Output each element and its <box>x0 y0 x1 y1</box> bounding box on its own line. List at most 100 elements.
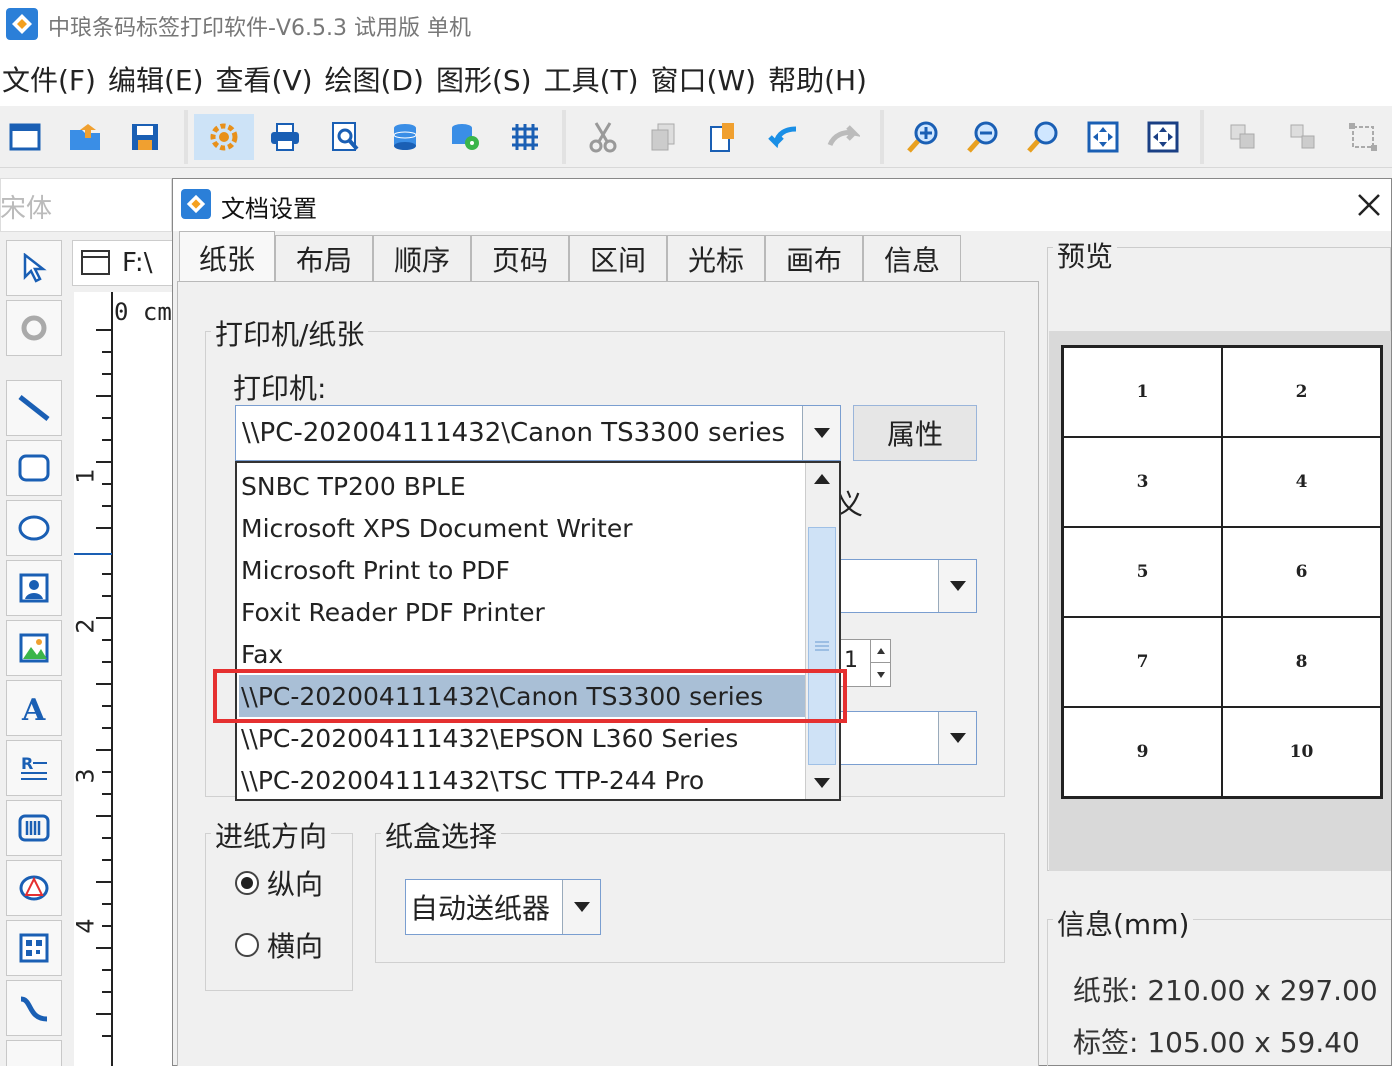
menu-tools[interactable]: 工具(T) <box>544 52 651 106</box>
ungroup-icon[interactable] <box>1280 114 1326 160</box>
tray-combo-value: 自动送纸器 <box>410 892 551 925</box>
tab-cursor[interactable]: 光标 <box>667 235 765 281</box>
menu-bar: 文件(F) 编辑(E) 查看(V) 绘图(D) 图形(S) 工具(T) 窗口(W… <box>0 52 1392 106</box>
menu-edit[interactable]: 编辑(E) <box>108 52 216 106</box>
print-icon[interactable] <box>262 114 308 160</box>
chevron-down-icon[interactable] <box>938 712 976 764</box>
chevron-down-icon[interactable] <box>802 406 840 460</box>
qrcode-tool-icon[interactable] <box>6 920 62 976</box>
database-icon[interactable] <box>382 114 428 160</box>
radio-portrait-label[interactable]: 纵向 <box>267 863 323 903</box>
more-tool-icon[interactable] <box>6 1040 62 1066</box>
dialog-title: 文档设置 <box>221 195 317 223</box>
printer-option[interactable]: Microsoft XPS Document Writer <box>239 507 805 549</box>
title-bar: 中琅条码标签打印软件-V6.5.3 试用版 单机 <box>0 0 1392 52</box>
red-highlight-annotation <box>213 669 847 723</box>
tray-combo[interactable]: 自动送纸器 <box>405 879 601 935</box>
printer-option[interactable]: \\PC-202004111432\EPSON L360 Series <box>239 717 805 759</box>
menu-help[interactable]: 帮助(H) <box>768 52 879 106</box>
ruler-mark: 3 <box>71 768 100 784</box>
shape-tool-icon[interactable] <box>6 860 62 916</box>
tab-layout[interactable]: 布局 <box>275 235 373 281</box>
image-tool-icon[interactable] <box>6 560 62 616</box>
preview-cell: 2 <box>1222 347 1381 437</box>
chevron-down-icon[interactable] <box>562 880 600 934</box>
group-icon[interactable] <box>1220 114 1266 160</box>
printer-option[interactable]: \\PC-202004111432\TSC TTP-244 Pro <box>239 759 805 799</box>
radio-landscape-label[interactable]: 横向 <box>267 925 323 965</box>
save-icon[interactable] <box>122 114 168 160</box>
picture-tool-icon[interactable] <box>6 620 62 676</box>
preview-cell: 7 <box>1063 617 1222 707</box>
redo-icon[interactable] <box>820 114 866 160</box>
menu-file[interactable]: 文件(F) <box>0 52 108 106</box>
barcode-tool-icon[interactable] <box>6 800 62 856</box>
ellipse-tool-icon[interactable] <box>6 500 62 556</box>
zoom-in-icon[interactable] <box>900 114 946 160</box>
spinner-up-icon[interactable] <box>870 640 890 663</box>
undo-icon[interactable] <box>760 114 806 160</box>
label-size-info: 标签: 105.00 x 59.40 <box>1073 1021 1360 1061</box>
menu-shape[interactable]: 图形(S) <box>436 52 544 106</box>
menu-window[interactable]: 窗口(W) <box>651 52 769 106</box>
font-name-combo[interactable]: 宋体 <box>0 188 52 225</box>
menu-draw[interactable]: 绘图(D) <box>325 52 436 106</box>
printer-label: 打印机: <box>233 372 327 405</box>
new-icon[interactable] <box>2 114 48 160</box>
curve-tool-icon[interactable] <box>6 980 62 1036</box>
rotate-icon[interactable] <box>6 300 62 356</box>
scroll-up-icon[interactable] <box>808 465 836 493</box>
open-icon[interactable] <box>62 114 108 160</box>
rich-text-tool-icon[interactable]: R <box>6 740 62 796</box>
tab-canvas[interactable]: 画布 <box>765 235 863 281</box>
tab-order[interactable]: 顺序 <box>373 235 471 281</box>
fit-width-icon[interactable] <box>1140 114 1186 160</box>
fit-page-icon[interactable] <box>1080 114 1126 160</box>
grid-icon[interactable] <box>502 114 548 160</box>
rounded-rect-tool-icon[interactable] <box>6 440 62 496</box>
close-icon[interactable] <box>1349 185 1389 225</box>
align-icon[interactable] <box>1340 114 1386 160</box>
scroll-thumb[interactable] <box>808 527 836 765</box>
printer-dropdown-list: SNBC TP200 BPLE Microsoft XPS Document W… <box>235 461 841 801</box>
tab-page-number[interactable]: 页码 <box>471 235 569 281</box>
cut-icon[interactable] <box>580 114 626 160</box>
ruler-mark: 4 <box>71 918 100 934</box>
tab-paper[interactable]: 纸张 <box>179 231 275 283</box>
paper-size-value: 210.00 x 297.00 <box>1147 974 1378 1007</box>
spinner-down-icon[interactable] <box>870 663 890 686</box>
copy-icon[interactable] <box>640 114 686 160</box>
preview-cell: 10 <box>1222 707 1381 797</box>
preview-cell: 8 <box>1222 617 1381 707</box>
tray-group-title: 纸盒选择 <box>381 815 502 855</box>
text-tool-icon[interactable]: A <box>6 680 62 736</box>
print-preview-icon[interactable] <box>322 114 368 160</box>
paper-size-label: 纸张: <box>1073 974 1139 1007</box>
dropdown-scrollbar[interactable] <box>805 463 839 799</box>
printer-option[interactable]: Foxit Reader PDF Printer <box>239 591 805 633</box>
preview-cell: 1 <box>1063 347 1222 437</box>
printer-combo[interactable]: \\PC-202004111432\Canon TS3300 series <box>235 405 841 461</box>
paper-size-info: 纸张: 210.00 x 297.00 <box>1073 969 1378 1009</box>
tab-range[interactable]: 区间 <box>569 235 667 281</box>
menu-view[interactable]: 查看(V) <box>216 52 325 106</box>
ruler-unit-label: 0 cm <box>114 298 172 326</box>
radio-portrait[interactable] <box>235 871 259 895</box>
printer-option[interactable]: SNBC TP200 BPLE <box>239 465 805 507</box>
chevron-down-icon[interactable] <box>938 560 976 612</box>
select-arrow-icon[interactable] <box>6 240 62 296</box>
page-setup-icon[interactable] <box>194 114 254 160</box>
printer-option[interactable]: Microsoft Print to PDF <box>239 549 805 591</box>
database-settings-icon[interactable] <box>442 114 488 160</box>
app-window: 中琅条码标签打印软件-V6.5.3 试用版 单机 文件(F) 编辑(E) 查看(… <box>0 0 1392 1066</box>
preview-cell: 4 <box>1222 437 1381 527</box>
properties-button[interactable]: 属性 <box>853 405 977 461</box>
paste-icon[interactable] <box>700 114 746 160</box>
zoom-out-icon[interactable] <box>960 114 1006 160</box>
line-tool-icon[interactable] <box>6 380 62 436</box>
scroll-down-icon[interactable] <box>808 769 836 797</box>
zoom-actual-icon[interactable] <box>1020 114 1066 160</box>
tab-info[interactable]: 信息 <box>863 235 961 281</box>
radio-landscape[interactable] <box>235 933 259 957</box>
toolbar <box>0 106 1392 168</box>
